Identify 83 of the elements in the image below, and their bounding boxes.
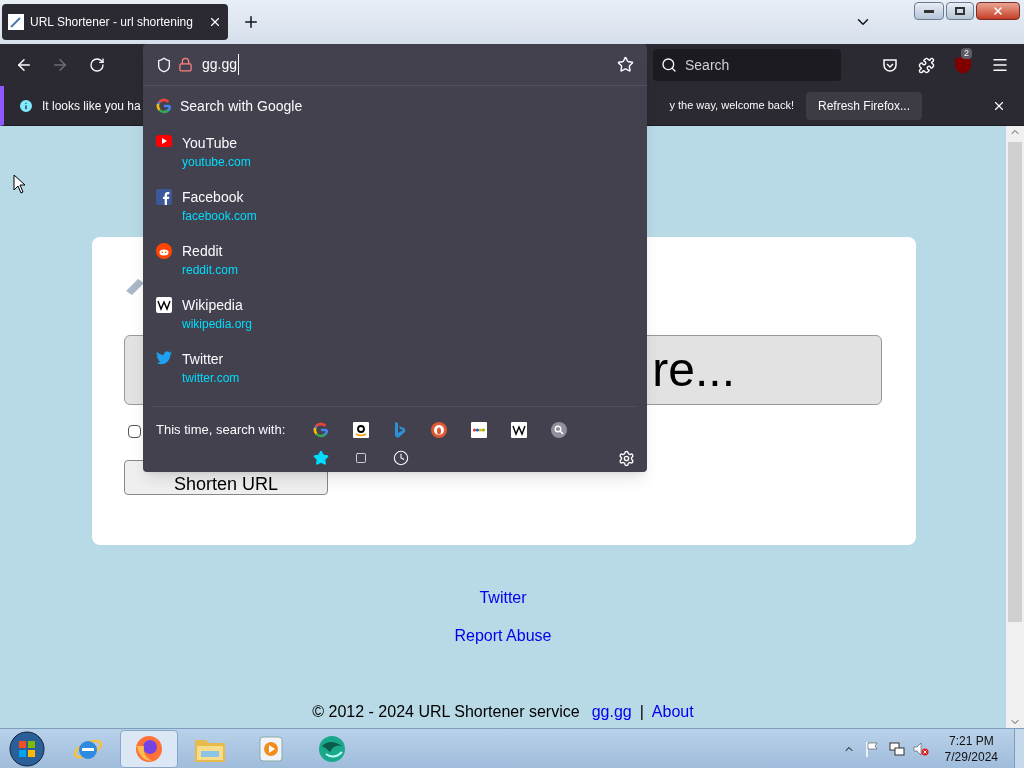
- site-url: wikipedia.org: [182, 316, 253, 333]
- minimize-button[interactable]: [914, 2, 944, 20]
- wikipedia-icon[interactable]: [511, 422, 527, 438]
- reload-icon[interactable]: [89, 57, 105, 73]
- new-tab-icon[interactable]: [242, 13, 260, 31]
- site-url: facebook.com: [182, 208, 257, 225]
- copyright-text: © 2012 - 2024 URL Shortener service: [312, 702, 580, 722]
- youtube-icon: [156, 135, 172, 147]
- site-url: twitter.com: [182, 370, 240, 387]
- site-suggestion[interactable]: Twitter twitter.com: [143, 342, 647, 396]
- search-icon: [661, 57, 677, 73]
- pocket-icon[interactable]: [882, 57, 898, 73]
- report-abuse-link[interactable]: Report Abuse: [454, 624, 552, 648]
- site-title: Wikipedia: [182, 296, 244, 314]
- amazon-icon[interactable]: [353, 422, 369, 438]
- site-suggestion[interactable]: Facebook facebook.com: [143, 180, 647, 234]
- option-checkbox[interactable]: [128, 425, 141, 438]
- pencil-icon: [124, 277, 146, 297]
- flag-icon[interactable]: [864, 740, 879, 757]
- start-button[interactable]: [9, 730, 45, 767]
- globe-icon: [316, 733, 348, 764]
- mouse-cursor: [13, 174, 26, 194]
- site-title: Twitter: [182, 350, 225, 368]
- settings-icon[interactable]: [618, 449, 635, 467]
- search-suggestion[interactable]: Search with Google: [143, 86, 647, 126]
- shield-icon[interactable]: [156, 56, 172, 73]
- search-field[interactable]: Search: [653, 49, 841, 81]
- site-title: YouTube: [182, 134, 238, 152]
- bird-icon: [156, 351, 172, 365]
- separator: |: [639, 702, 644, 722]
- search-icon[interactable]: [551, 422, 567, 438]
- lock-icon[interactable]: [178, 57, 193, 72]
- tab-icon[interactable]: [353, 452, 369, 464]
- bookmark-star-icon[interactable]: [617, 56, 634, 73]
- clock-icon[interactable]: [393, 450, 409, 466]
- menu-icon[interactable]: [991, 56, 1009, 74]
- site-url: youtube.com: [182, 154, 251, 171]
- browser-tab[interactable]: URL Shortener - url shortening: [2, 4, 228, 40]
- wikipedia-icon: [156, 297, 172, 313]
- star-icon[interactable]: [313, 450, 329, 466]
- reddit-icon: [156, 243, 172, 259]
- google-icon[interactable]: [313, 422, 329, 438]
- duck-icon[interactable]: [431, 422, 447, 438]
- site-link[interactable]: gg.gg: [591, 700, 632, 724]
- site-url: reddit.com: [182, 262, 239, 279]
- close-icon: [992, 5, 1004, 17]
- close-icon[interactable]: [208, 15, 222, 29]
- notification-text: It looks like you ha: [42, 97, 141, 115]
- back-icon[interactable]: [15, 56, 33, 74]
- network-icon[interactable]: [888, 740, 905, 757]
- bing-icon[interactable]: [393, 422, 407, 438]
- volume-muted-icon[interactable]: [912, 740, 929, 757]
- taskbar-button[interactable]: [120, 729, 178, 768]
- address-field[interactable]: gg.gg: [143, 44, 647, 86]
- restore-button[interactable]: [946, 2, 974, 20]
- ebay-icon[interactable]: [471, 422, 487, 438]
- tab-title: URL Shortener - url shortening: [30, 14, 194, 31]
- clock-date: 7/29/2024: [944, 748, 998, 765]
- site-suggestion[interactable]: YouTube youtube.com: [143, 126, 647, 180]
- site-title: Reddit: [182, 242, 224, 260]
- facebook-icon: [156, 189, 172, 205]
- extension-badge: 2: [961, 48, 972, 59]
- forward-icon[interactable]: [51, 56, 69, 74]
- search-placeholder: Search: [685, 55, 730, 75]
- input-text: re...: [652, 346, 735, 394]
- google-icon[interactable]: [156, 98, 172, 114]
- notification-text: y the way, welcome back!: [669, 98, 794, 114]
- address-text: gg.gg: [202, 54, 240, 75]
- site-suggestion[interactable]: Reddit reddit.com: [143, 234, 647, 288]
- refresh-firefox-button[interactable]: Refresh Firefox...: [805, 91, 922, 120]
- favicon: [8, 14, 24, 30]
- media-player-icon: [257, 733, 285, 764]
- one-off-label: This time, search with:: [156, 421, 287, 440]
- clock-time: 7:21 PM: [948, 732, 994, 749]
- firefox-icon: [134, 733, 164, 764]
- close-button[interactable]: [976, 2, 1020, 20]
- info-icon: [18, 97, 34, 114]
- site-suggestion[interactable]: Wikipedia wikipedia.org: [143, 288, 647, 342]
- site-title: Facebook: [182, 188, 245, 206]
- scrollbar[interactable]: [1006, 126, 1024, 728]
- extensions-icon[interactable]: [918, 56, 935, 74]
- about-link[interactable]: About: [651, 700, 694, 724]
- twitter-link[interactable]: Twitter: [479, 586, 527, 610]
